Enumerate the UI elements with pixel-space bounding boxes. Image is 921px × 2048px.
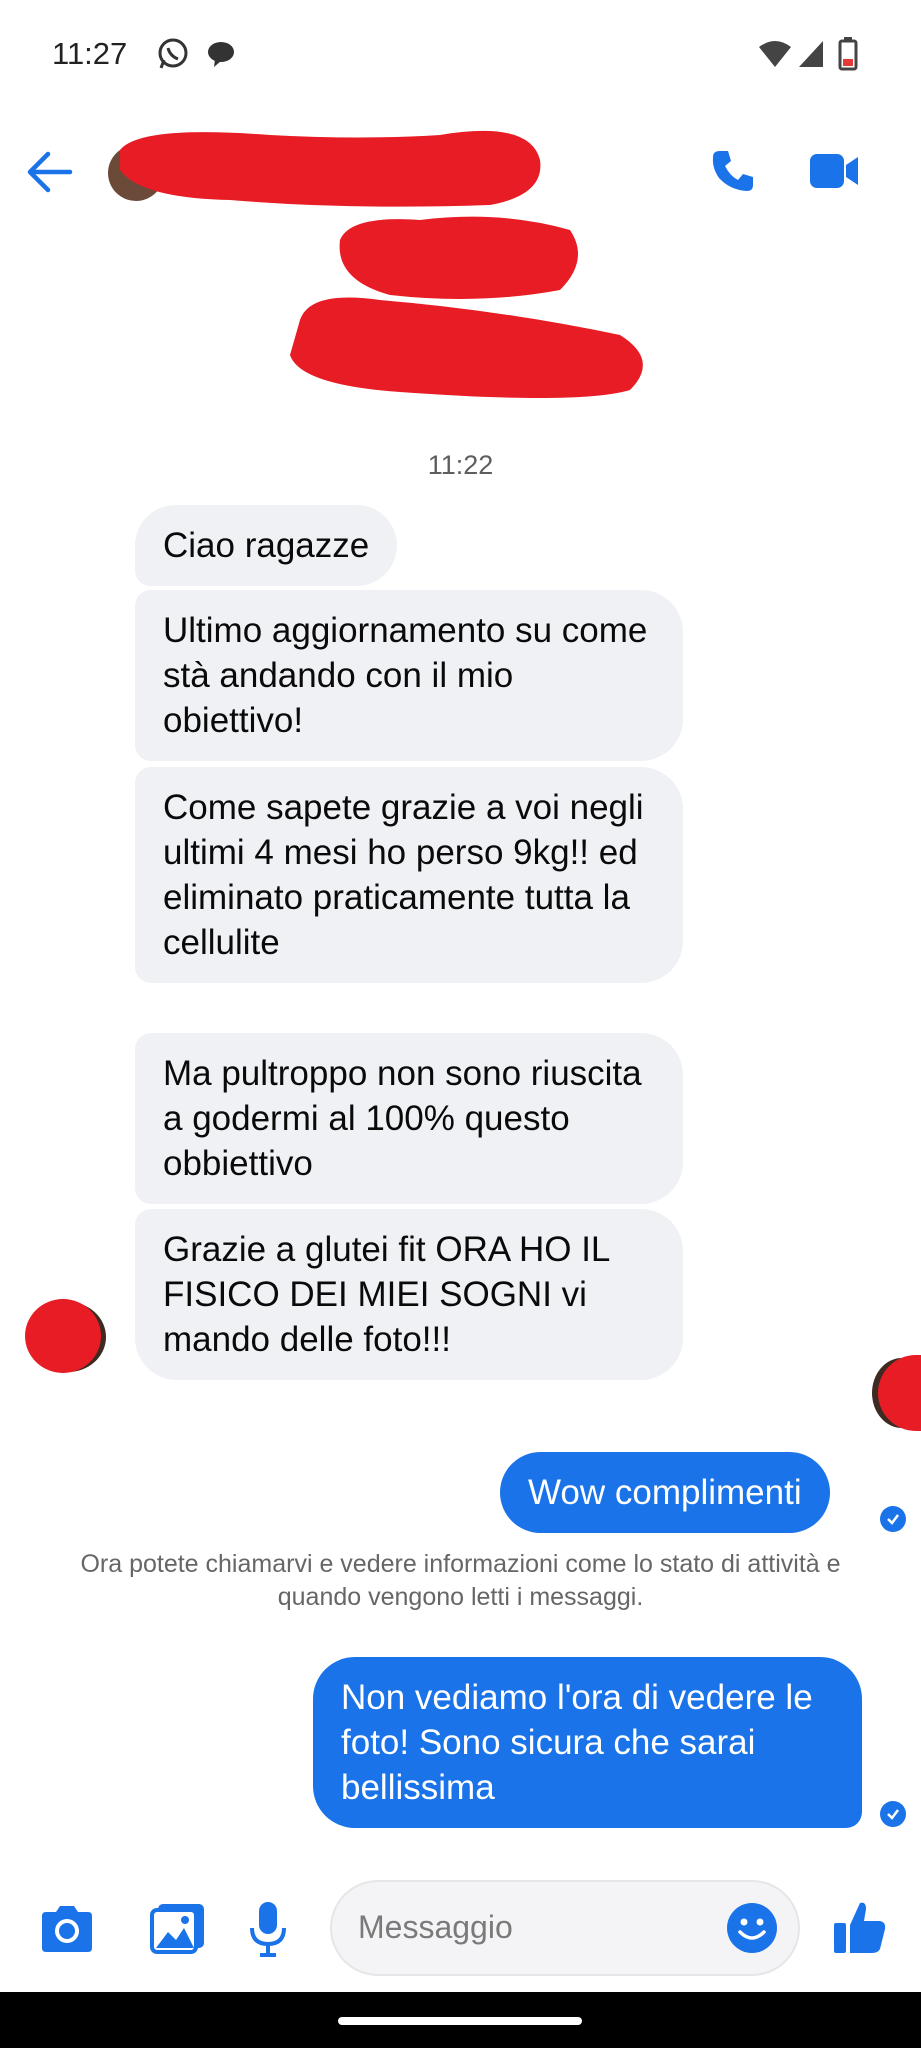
arrow-left-icon[interactable] [26,150,74,194]
incoming-message-1[interactable]: Ciao ragazze [135,505,398,586]
thread-timestamp: 11:22 [427,450,494,480]
battery-icon [838,36,858,72]
incoming-message-4[interactable]: Ma pultroppo non sono riuscita a godermi… [135,1033,683,1204]
redaction-overlay [120,130,643,399]
incoming-message-2[interactable]: Ultimo aggiornamento su come stà andando… [135,590,683,761]
home-handle[interactable] [338,2017,582,2025]
sent-check-icon [880,1801,906,1827]
outgoing-message-2[interactable]: Non vediamo l'ora di vedere le foto! Son… [313,1657,862,1828]
emoji-icon[interactable] [726,1902,778,1954]
whatsapp-icon [155,36,191,72]
thumbs-up-icon[interactable] [832,1899,888,1955]
phone-icon[interactable] [710,148,756,194]
status-time: 11:27 [52,36,128,71]
microphone-icon[interactable] [248,1900,288,1958]
wifi-icon [758,36,792,72]
redaction-name [0,0,1,1]
info-notice: Ora potete chiamarvi e vedere informazio… [80,1550,841,1611]
chat-bubble-icon [206,36,236,72]
signal-icon [797,36,825,72]
incoming-message-3[interactable]: Come sapete grazie a voi negli ultimi 4 … [135,767,683,983]
camera-icon[interactable] [38,1904,96,1954]
redaction-avatar [25,1299,101,1373]
gallery-icon[interactable] [150,1902,206,1954]
video-camera-icon[interactable] [810,152,860,190]
message-placeholder: Messaggio [358,1909,513,1945]
incoming-message-5[interactable]: Grazie a glutei fit ORA HO IL FISICO DEI… [135,1209,683,1380]
outgoing-message-1[interactable]: Wow complimenti [500,1452,830,1533]
sent-check-icon [880,1506,906,1532]
